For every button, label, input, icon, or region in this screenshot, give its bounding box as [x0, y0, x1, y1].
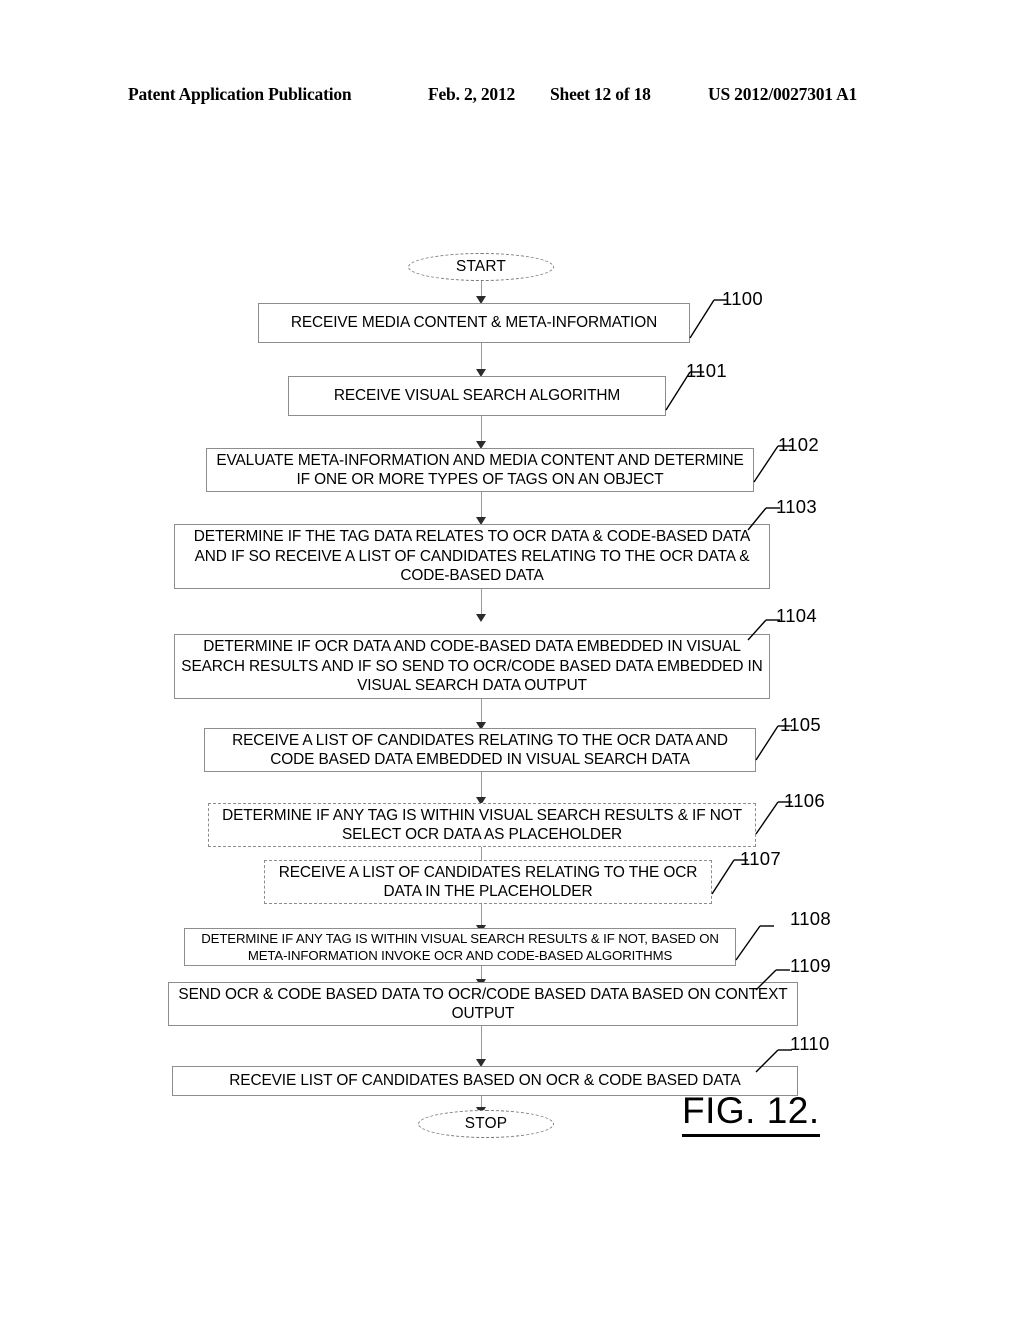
process-node-1106: DETERMINE IF ANY TAG IS WITHIN VISUAL SE… [208, 803, 756, 847]
process-node-1108-label: DETERMINE IF ANY TAG IS WITHIN VISUAL SE… [201, 931, 719, 963]
process-node-1102: EVALUATE META-INFORMATION AND MEDIA CONT… [206, 448, 754, 492]
reference-number-1104: 1104 [776, 605, 817, 626]
process-node-1105-label: RECEIVE A LIST OF CANDIDATES RELATING TO… [232, 731, 728, 769]
connector-1109-to-1110 [480, 1026, 482, 1062]
reference-number-1103: 1103 [776, 496, 817, 517]
process-node-1106-label: DETERMINE IF ANY TAG IS WITHIN VISUAL SE… [222, 806, 742, 844]
stop-terminator-label: STOP [464, 1115, 508, 1132]
start-terminator: START [408, 253, 554, 281]
process-node-1101: RECEIVE VISUAL SEARCH ALGORITHM [288, 376, 666, 416]
reference-number-1100: 1100 [722, 288, 763, 309]
process-node-1109-label: SEND OCR & CODE BASED DATA TO OCR/CODE B… [178, 985, 788, 1023]
process-node-1101-label: RECEIVE VISUAL SEARCH ALGORITHM [333, 387, 621, 405]
reference-number-1108: 1108 [790, 908, 831, 929]
arrowhead-1103-to-1104 [476, 614, 486, 622]
process-node-1100-label: RECEIVE MEDIA CONTENT & META-INFORMATION [290, 314, 658, 332]
process-node-1103: DETERMINE IF THE TAG DATA RELATES TO OCR… [174, 524, 770, 589]
process-node-1105: RECEIVE A LIST OF CANDIDATES RELATING TO… [204, 728, 756, 772]
connector-1102-to-1103 [480, 492, 482, 520]
start-terminator-label: START [455, 258, 507, 275]
process-node-1103-label: DETERMINE IF THE TAG DATA RELATES TO OCR… [193, 528, 751, 585]
connector-1101-to-1102 [480, 416, 482, 444]
process-node-1108: DETERMINE IF ANY TAG IS WITHIN VISUAL SE… [184, 928, 736, 966]
process-node-1104: DETERMINE IF OCR DATA AND CODE-BASED DAT… [174, 634, 770, 699]
reference-number-1102: 1102 [778, 434, 819, 455]
process-node-1100: RECEIVE MEDIA CONTENT & META-INFORMATION [258, 303, 690, 343]
process-node-1109: SEND OCR & CODE BASED DATA TO OCR/CODE B… [168, 982, 798, 1026]
process-node-1102-label: EVALUATE META-INFORMATION AND MEDIA CONT… [216, 451, 744, 489]
flowchart-diagram: START RECEIVE MEDIA CONTENT & META-INFOR… [0, 0, 1024, 1320]
process-node-1110: RECEVIE LIST OF CANDIDATES BASED ON OCR … [172, 1066, 798, 1096]
reference-number-1110: 1110 [790, 1033, 830, 1054]
reference-number-1109: 1109 [790, 955, 831, 976]
connector-1103-to-1104 [480, 589, 482, 617]
stop-terminator: STOP [418, 1110, 554, 1138]
connector-1105-to-1106 [480, 772, 482, 800]
reference-number-1107: 1107 [740, 848, 781, 869]
process-node-1107-label: RECEIVE A LIST OF CANDIDATES RELATING TO… [278, 863, 698, 901]
process-node-1110-label: RECEVIE LIST OF CANDIDATES BASED ON OCR … [229, 1072, 741, 1090]
leader-line-1108 [735, 925, 774, 961]
reference-number-1105: 1105 [780, 714, 821, 735]
connector-1100-to-1101 [480, 343, 482, 372]
reference-number-1106: 1106 [784, 790, 825, 811]
process-node-1107: RECEIVE A LIST OF CANDIDATES RELATING TO… [264, 860, 712, 904]
process-node-1104-label: DETERMINE IF OCR DATA AND CODE-BASED DAT… [181, 638, 763, 695]
reference-number-1101: 1101 [686, 360, 727, 381]
figure-caption: FIG. 12. [682, 1090, 820, 1137]
